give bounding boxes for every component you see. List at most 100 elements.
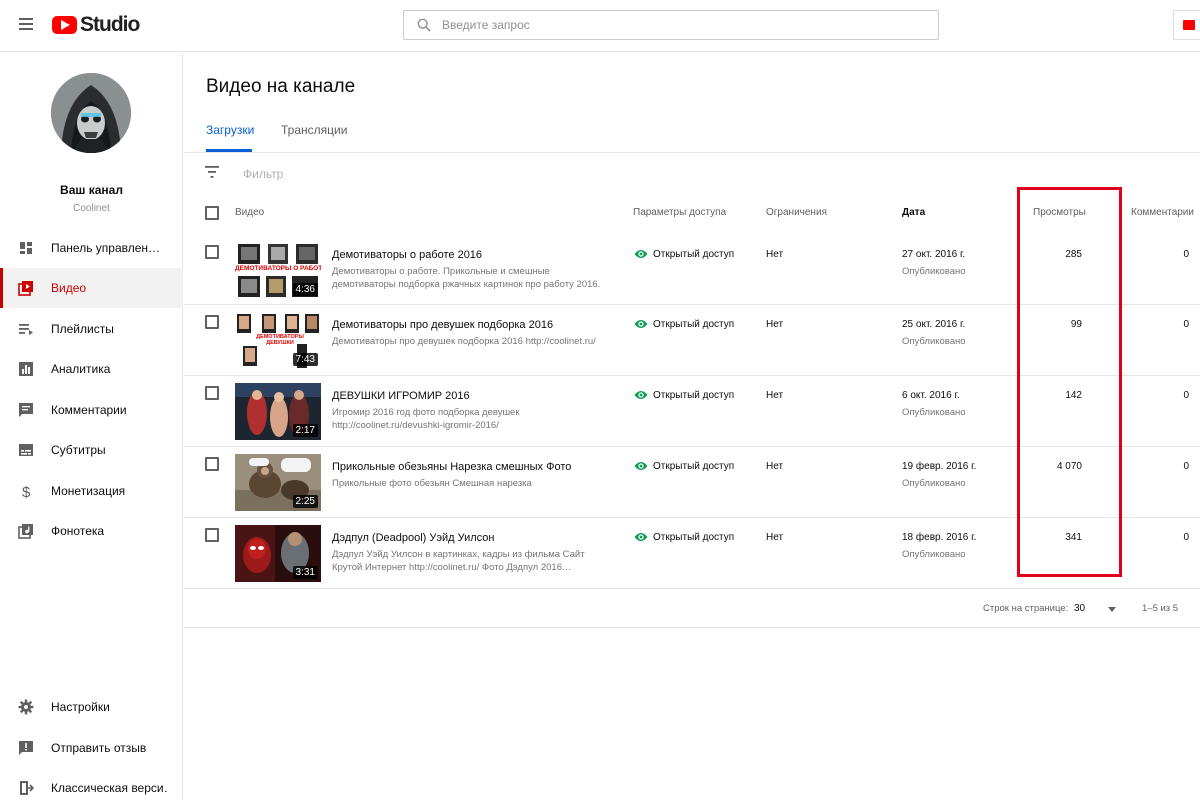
search-input[interactable] bbox=[442, 11, 922, 39]
logo-text: Studio bbox=[80, 13, 140, 36]
sidebar-item-label: Классическая верси… bbox=[51, 781, 169, 795]
column-header-views[interactable]: Просмотры bbox=[1033, 207, 1086, 218]
visibility-value[interactable]: Открытый доступ bbox=[653, 461, 734, 472]
restrictions-value: Нет bbox=[766, 249, 784, 260]
rows-per-page-select[interactable]: 30 bbox=[1072, 598, 1120, 620]
column-header-date[interactable]: Дата bbox=[902, 207, 925, 218]
views-value: 142 bbox=[1065, 390, 1082, 401]
video-thumbnail[interactable]: 2:25 bbox=[235, 454, 321, 511]
date-value: 27 окт. 2016 г. bbox=[902, 249, 966, 260]
sidebar-item-audio-library[interactable]: Фонотека bbox=[0, 511, 183, 551]
exit-icon bbox=[20, 781, 34, 795]
video-title[interactable]: Демотиваторы о работе 2016 bbox=[332, 249, 482, 261]
video-description: Демотиваторы о работе. Прикольные и смеш… bbox=[332, 266, 601, 290]
date-value: 18 февр. 2016 г. bbox=[902, 532, 977, 543]
rows-per-page-label: Строк на странице: bbox=[983, 603, 1069, 614]
restrictions-value: Нет bbox=[766, 461, 784, 472]
table-row[interactable]: 2:25 Прикольные обезьяны Нарезка смешных… bbox=[184, 447, 1200, 518]
date-status: Опубликовано bbox=[902, 336, 966, 347]
filter-input[interactable] bbox=[243, 165, 543, 183]
row-checkbox[interactable] bbox=[205, 386, 219, 400]
sidebar-item-video[interactable]: Видео bbox=[0, 268, 183, 308]
column-header-visibility[interactable]: Параметры доступа bbox=[633, 207, 726, 218]
comments-icon bbox=[19, 403, 33, 417]
video-title[interactable]: Дэдпул (Deadpool) Уэйд Уилсон bbox=[332, 532, 495, 544]
video-thumbnail[interactable]: ДЕМОТИВАТОРЫ ДЕВУШКИ 7:43 bbox=[235, 312, 321, 369]
select-all-checkbox[interactable] bbox=[205, 206, 219, 220]
sidebar-item-classic[interactable]: Классическая верси… bbox=[0, 768, 183, 808]
thumbnail-caption: ДЕМОТИВАТОРЫ ДЕВУШКИ bbox=[256, 334, 304, 346]
pagination-range: 1–5 из 5 bbox=[1142, 603, 1179, 614]
youtube-play-icon bbox=[52, 16, 77, 34]
row-checkbox[interactable] bbox=[205, 528, 219, 542]
dollar-icon: $ bbox=[22, 484, 31, 499]
search-icon bbox=[417, 18, 431, 32]
video-title[interactable]: ДЕВУШКИ ИГРОМИР 2016 bbox=[332, 390, 470, 402]
tab-live[interactable]: Трансляции bbox=[281, 123, 347, 137]
channel-avatar[interactable] bbox=[51, 73, 131, 153]
video-duration: 3:31 bbox=[292, 566, 318, 579]
sidebar-item-dashboard[interactable]: Панель управлен… bbox=[0, 228, 183, 268]
table-row[interactable]: ДЕМОТИВАТОРЫ ДЕВУШКИ 7:43 Демотиваторы п… bbox=[184, 305, 1200, 376]
sidebar-item-label: Видео bbox=[51, 281, 87, 295]
video-duration: 2:25 bbox=[292, 495, 318, 508]
video-thumbnail[interactable]: 3:31 bbox=[235, 525, 321, 582]
menu-icon[interactable] bbox=[19, 18, 33, 30]
comments-value: 0 bbox=[1183, 390, 1189, 401]
channel-handle: Coolinet bbox=[73, 203, 110, 214]
video-title[interactable]: Демотиваторы про девушек подборка 2016 bbox=[332, 319, 553, 331]
feedback-icon bbox=[19, 741, 33, 755]
create-button[interactable] bbox=[1173, 10, 1200, 40]
visibility-value[interactable]: Открытый доступ bbox=[653, 249, 734, 260]
date-value: 25 окт. 2016 г. bbox=[902, 319, 966, 330]
top-bar: Studio bbox=[0, 0, 1200, 52]
row-checkbox[interactable] bbox=[205, 457, 219, 471]
visibility-value[interactable]: Открытый доступ bbox=[653, 390, 734, 401]
column-header-restrictions[interactable]: Ограничения bbox=[766, 207, 827, 218]
table-row[interactable]: 2:17 ДЕВУШКИ ИГРОМИР 2016 Игромир 2016 г… bbox=[184, 376, 1200, 447]
sidebar-item-settings[interactable]: Настройки bbox=[0, 687, 183, 727]
eye-icon bbox=[634, 320, 648, 328]
row-checkbox[interactable] bbox=[205, 245, 219, 259]
sidebar-item-playlists[interactable]: Плейлисты bbox=[0, 309, 183, 349]
video-description: Дэдпул Уэйд Уилсон в картинках, кадры из… bbox=[332, 549, 585, 573]
svg-text:$: $ bbox=[22, 484, 31, 499]
gear-icon bbox=[18, 699, 34, 715]
views-value: 99 bbox=[1070, 319, 1082, 330]
sidebar-item-label: Фонотека bbox=[51, 524, 105, 538]
video-icon bbox=[18, 281, 33, 296]
eye-icon bbox=[634, 391, 648, 399]
video-thumbnail[interactable]: ДЕМОТИВАТОРЫ О РАБОТЕ 4:36 bbox=[235, 242, 321, 299]
analytics-icon bbox=[19, 362, 33, 376]
sidebar-item-comments[interactable]: Комментарии bbox=[0, 390, 183, 430]
channel-name: Ваш канал bbox=[60, 183, 123, 197]
search-box[interactable] bbox=[403, 10, 939, 40]
studio-logo[interactable]: Studio bbox=[52, 13, 140, 36]
sidebar-item-label: Панель управлен… bbox=[51, 241, 161, 255]
table-row[interactable]: 3:31 Дэдпул (Deadpool) Уэйд Уилсон Дэдпу… bbox=[184, 518, 1200, 589]
rows-per-page-value: 30 bbox=[1074, 603, 1086, 614]
avatar-image bbox=[51, 73, 131, 153]
video-title[interactable]: Прикольные обезьяны Нарезка смешных Фото bbox=[332, 461, 571, 473]
comments-value: 0 bbox=[1183, 249, 1189, 260]
views-value: 341 bbox=[1065, 532, 1082, 543]
tab-uploads[interactable]: Загрузки bbox=[206, 123, 254, 137]
sidebar-item-monetization[interactable]: $ Монетизация bbox=[0, 471, 183, 511]
filter-icon[interactable] bbox=[205, 166, 219, 178]
sidebar-item-label: Комментарии bbox=[51, 403, 127, 417]
sidebar-item-analytics[interactable]: Аналитика bbox=[0, 349, 183, 389]
audio-library-icon bbox=[18, 524, 33, 539]
restrictions-value: Нет bbox=[766, 532, 784, 543]
video-thumbnail[interactable]: 2:17 bbox=[235, 383, 321, 440]
restrictions-value: Нет bbox=[766, 390, 784, 401]
video-camera-icon bbox=[1183, 20, 1195, 30]
sidebar: Ваш канал Coolinet Панель управлен… Виде… bbox=[0, 53, 183, 800]
visibility-value[interactable]: Открытый доступ bbox=[653, 532, 734, 543]
table-row[interactable]: ДЕМОТИВАТОРЫ О РАБОТЕ 4:36 Демотиваторы … bbox=[184, 234, 1200, 305]
row-checkbox[interactable] bbox=[205, 315, 219, 329]
visibility-value[interactable]: Открытый доступ bbox=[653, 319, 734, 330]
sidebar-item-feedback[interactable]: Отправить отзыв bbox=[0, 728, 183, 768]
column-header-comments[interactable]: Комментарии bbox=[1131, 207, 1194, 218]
sidebar-item-subtitles[interactable]: Субтитры bbox=[0, 430, 183, 470]
date-value: 6 окт. 2016 г. bbox=[902, 390, 960, 401]
